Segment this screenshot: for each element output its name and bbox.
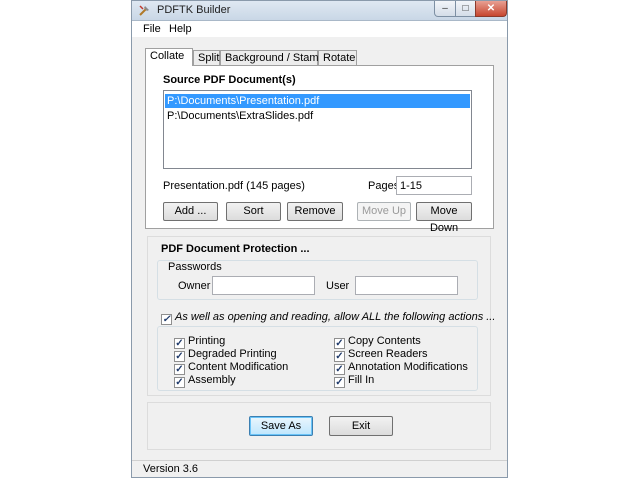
selected-file-info: Presentation.pdf (145 pages) bbox=[163, 180, 305, 192]
copy-contents-checkbox[interactable]: ✓ Copy Contents bbox=[334, 335, 421, 349]
user-password-input[interactable] bbox=[355, 276, 458, 295]
pages-label: Pages bbox=[368, 180, 400, 192]
protection-section: PDF Document Protection ... Passwords Ow… bbox=[147, 236, 495, 396]
user-label: User bbox=[326, 280, 350, 292]
app-window: PDFTK Builder – □ ✕ File Help Collate Sp… bbox=[131, 0, 508, 478]
save-as-button[interactable]: Save As bbox=[249, 416, 313, 436]
permissions-group: ✓ Printing ✓ Degraded Printing ✓ Content Mo… bbox=[157, 326, 478, 391]
printing-checkbox[interactable]: ✓ Printing bbox=[174, 335, 225, 349]
protection-title: PDF Document Protection ... bbox=[161, 243, 310, 255]
fill-in-label: Fill In bbox=[348, 374, 375, 386]
printing-label: Printing bbox=[188, 335, 226, 347]
status-bar: Version 3.6 bbox=[132, 460, 507, 477]
app-tools-icon bbox=[139, 5, 149, 16]
move-up-button[interactable]: Move Up bbox=[357, 202, 411, 221]
window-title: PDFTK Builder bbox=[157, 4, 231, 16]
screen-readers-checkbox[interactable]: ✓ Screen Readers bbox=[334, 348, 428, 362]
collate-panel: Source PDF Document(s) P:\Documents\Pres… bbox=[145, 65, 494, 234]
tab-rotate[interactable]: Rotate bbox=[318, 50, 357, 65]
screen-readers-label: Screen Readers bbox=[348, 348, 428, 360]
assembly-label: Assembly bbox=[188, 374, 236, 386]
menu-help[interactable]: Help bbox=[169, 23, 192, 35]
checkmark-icon: ✓ bbox=[174, 377, 185, 388]
fill-in-checkbox[interactable]: ✓ Fill In bbox=[334, 374, 374, 388]
allow-all-checkbox[interactable]: ✓ As well as opening and reading, allow A… bbox=[161, 311, 495, 325]
menu-file[interactable]: File bbox=[143, 23, 161, 35]
move-down-button[interactable]: Move Down bbox=[416, 202, 472, 234]
copy-contents-label: Copy Contents bbox=[348, 335, 421, 347]
tab-background-stamp[interactable]: Background / Stamp bbox=[220, 50, 325, 65]
checkmark-icon: ✓ bbox=[334, 377, 345, 388]
passwords-label: Passwords bbox=[168, 261, 222, 273]
checkmark-icon: ✓ bbox=[161, 314, 172, 325]
list-item[interactable]: P:\Documents\ExtraSlides.pdf bbox=[165, 109, 470, 123]
menu-bar: File Help bbox=[132, 21, 507, 37]
degraded-printing-label: Degraded Printing bbox=[188, 348, 277, 360]
content-modification-checkbox[interactable]: ✓ Content Modification bbox=[174, 361, 288, 375]
source-documents-label: Source PDF Document(s) bbox=[163, 74, 296, 86]
tab-collate[interactable]: Collate bbox=[145, 48, 193, 66]
remove-button[interactable]: Remove bbox=[287, 202, 343, 221]
version-label: Version 3.6 bbox=[143, 463, 199, 475]
annotation-modifications-label: Annotation Modifications bbox=[348, 361, 468, 373]
source-documents-list[interactable]: P:\Documents\Presentation.pdf P:\Documen… bbox=[163, 90, 472, 169]
add-button[interactable]: Add ... bbox=[163, 202, 218, 221]
close-button[interactable]: ✕ bbox=[475, 1, 507, 17]
exit-button[interactable]: Exit bbox=[329, 416, 393, 436]
minimize-button[interactable]: – bbox=[434, 1, 456, 17]
passwords-group: Passwords Owner User bbox=[157, 260, 478, 300]
content-modification-label: Content Modification bbox=[188, 361, 289, 373]
maximize-button[interactable]: □ bbox=[455, 1, 476, 17]
sort-button[interactable]: Sort bbox=[226, 202, 281, 221]
annotation-modifications-checkbox[interactable]: ✓ Annotation Modifications bbox=[334, 361, 468, 375]
list-item[interactable]: P:\Documents\Presentation.pdf bbox=[165, 94, 470, 108]
pages-input[interactable] bbox=[396, 176, 472, 195]
tab-split[interactable]: Split bbox=[193, 50, 220, 65]
owner-password-input[interactable] bbox=[212, 276, 315, 295]
actions-section: Save As Exit bbox=[147, 402, 491, 450]
allow-all-label: As well as opening and reading, allow AL… bbox=[175, 311, 496, 323]
title-bar[interactable]: PDFTK Builder – □ ✕ bbox=[132, 1, 507, 21]
degraded-printing-checkbox[interactable]: ✓ Degraded Printing bbox=[174, 348, 277, 362]
assembly-checkbox[interactable]: ✓ Assembly bbox=[174, 374, 236, 388]
owner-label: Owner bbox=[178, 280, 211, 292]
